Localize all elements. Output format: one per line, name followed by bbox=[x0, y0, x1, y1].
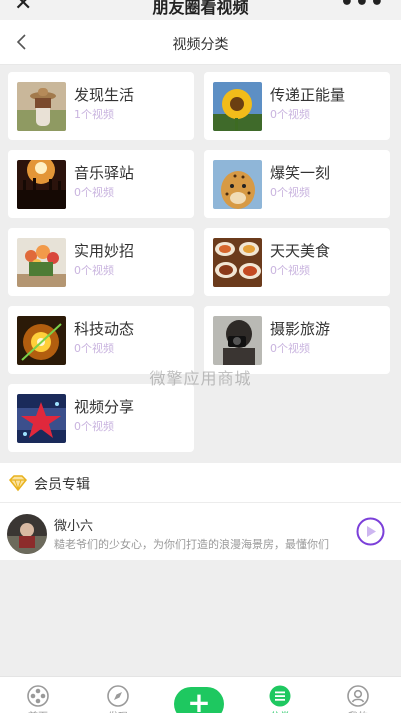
cheetah-photo bbox=[213, 160, 262, 209]
category-name: 实用妙招 bbox=[74, 242, 135, 260]
play-circle-icon[interactable] bbox=[356, 517, 385, 546]
category-card[interactable]: 实用妙招 0个视频 bbox=[8, 228, 194, 296]
member-album-header: 会员专辑 bbox=[0, 463, 401, 503]
flowers-photo bbox=[17, 238, 66, 287]
category-name: 摄影旅游 bbox=[270, 320, 331, 338]
member-album-title: 会员专辑 bbox=[34, 477, 90, 493]
category-card[interactable]: 传递正能量 0个视频 bbox=[204, 72, 390, 140]
category-count: 1个视频 bbox=[74, 108, 114, 121]
category-count: 0个视频 bbox=[270, 264, 310, 277]
category-count: 0个视频 bbox=[74, 342, 114, 355]
photographer-photo bbox=[213, 316, 262, 365]
compass-icon bbox=[107, 685, 129, 707]
category-card[interactable]: 摄影旅游 0个视频 bbox=[204, 306, 390, 374]
category-name: 音乐驿站 bbox=[74, 164, 135, 182]
category-name: 科技动态 bbox=[74, 320, 135, 338]
category-name: 爆笑一刻 bbox=[270, 164, 331, 182]
category-card[interactable]: 发现生活 1个视频 bbox=[8, 72, 194, 140]
food-dishes-photo bbox=[213, 238, 262, 287]
category-card[interactable]: 科技动态 0个视频 bbox=[8, 306, 194, 374]
add-video-button[interactable]: + bbox=[174, 687, 224, 713]
category-name: 传递正能量 bbox=[270, 86, 346, 104]
list-icon bbox=[269, 685, 291, 707]
tab-discover[interactable]: 发现 bbox=[88, 677, 148, 713]
tab-label: 分类 bbox=[250, 708, 310, 713]
tab-label: 发现 bbox=[88, 708, 148, 713]
tab-bar: 首页 发现 + 分类 bbox=[0, 676, 401, 713]
category-card[interactable]: 音乐驿站 0个视频 bbox=[8, 150, 194, 218]
tab-home[interactable]: 首页 bbox=[8, 677, 68, 713]
avatar bbox=[7, 514, 47, 554]
category-card[interactable]: 天天美食 0个视频 bbox=[204, 228, 390, 296]
concert-crowd-photo bbox=[17, 160, 66, 209]
category-count: 0个视频 bbox=[74, 264, 114, 277]
sunflower-photo bbox=[213, 82, 262, 131]
category-count: 0个视频 bbox=[270, 108, 310, 121]
tab-label: 首页 bbox=[8, 708, 68, 713]
tab-profile[interactable]: 我的 bbox=[328, 677, 388, 713]
category-count: 0个视频 bbox=[74, 186, 114, 199]
album-description: 糙老爷们的少女心，为你们打造的浪漫海景房，最懂你们 bbox=[54, 538, 329, 551]
plus-icon: + bbox=[187, 686, 211, 713]
category-card[interactable]: 视频分享 0个视频 bbox=[8, 384, 194, 452]
more-dots-icon[interactable]: ••• bbox=[340, 0, 385, 15]
nav-bar: 视频分类 bbox=[0, 20, 401, 65]
category-card[interactable]: 爆笑一刻 0个视频 bbox=[204, 150, 390, 218]
category-name: 天天美食 bbox=[270, 242, 331, 260]
diamond-icon bbox=[8, 473, 28, 493]
girl-with-hat-photo bbox=[17, 82, 66, 131]
watermark: 微擎应用商城 bbox=[149, 369, 252, 388]
category-name: 视频分享 bbox=[74, 398, 135, 416]
category-count: 0个视频 bbox=[270, 342, 310, 355]
app-bar: ✕ 朋友圈看视频 ••• bbox=[0, 0, 401, 20]
member-album-item[interactable]: 微小六 糙老爷们的少女心，为你们打造的浪漫海景房，最懂你们 bbox=[0, 504, 401, 560]
category-name: 发现生活 bbox=[74, 86, 135, 104]
user-icon bbox=[347, 685, 369, 707]
page-title: 视频分类 bbox=[172, 37, 229, 53]
category-count: 0个视频 bbox=[270, 186, 310, 199]
tab-label: 我的 bbox=[328, 708, 388, 713]
category-count: 0个视频 bbox=[74, 420, 114, 433]
film-reel-icon bbox=[27, 685, 49, 707]
album-author-name: 微小六 bbox=[54, 519, 94, 534]
glowing-tech-photo bbox=[17, 316, 66, 365]
member-album-section: 会员专辑 微小六 糙老爷们的少女心，为你们打造的浪漫海景房，最懂你们 bbox=[0, 463, 401, 560]
tab-category[interactable]: 分类 bbox=[250, 677, 310, 713]
film-star-photo bbox=[17, 394, 66, 443]
